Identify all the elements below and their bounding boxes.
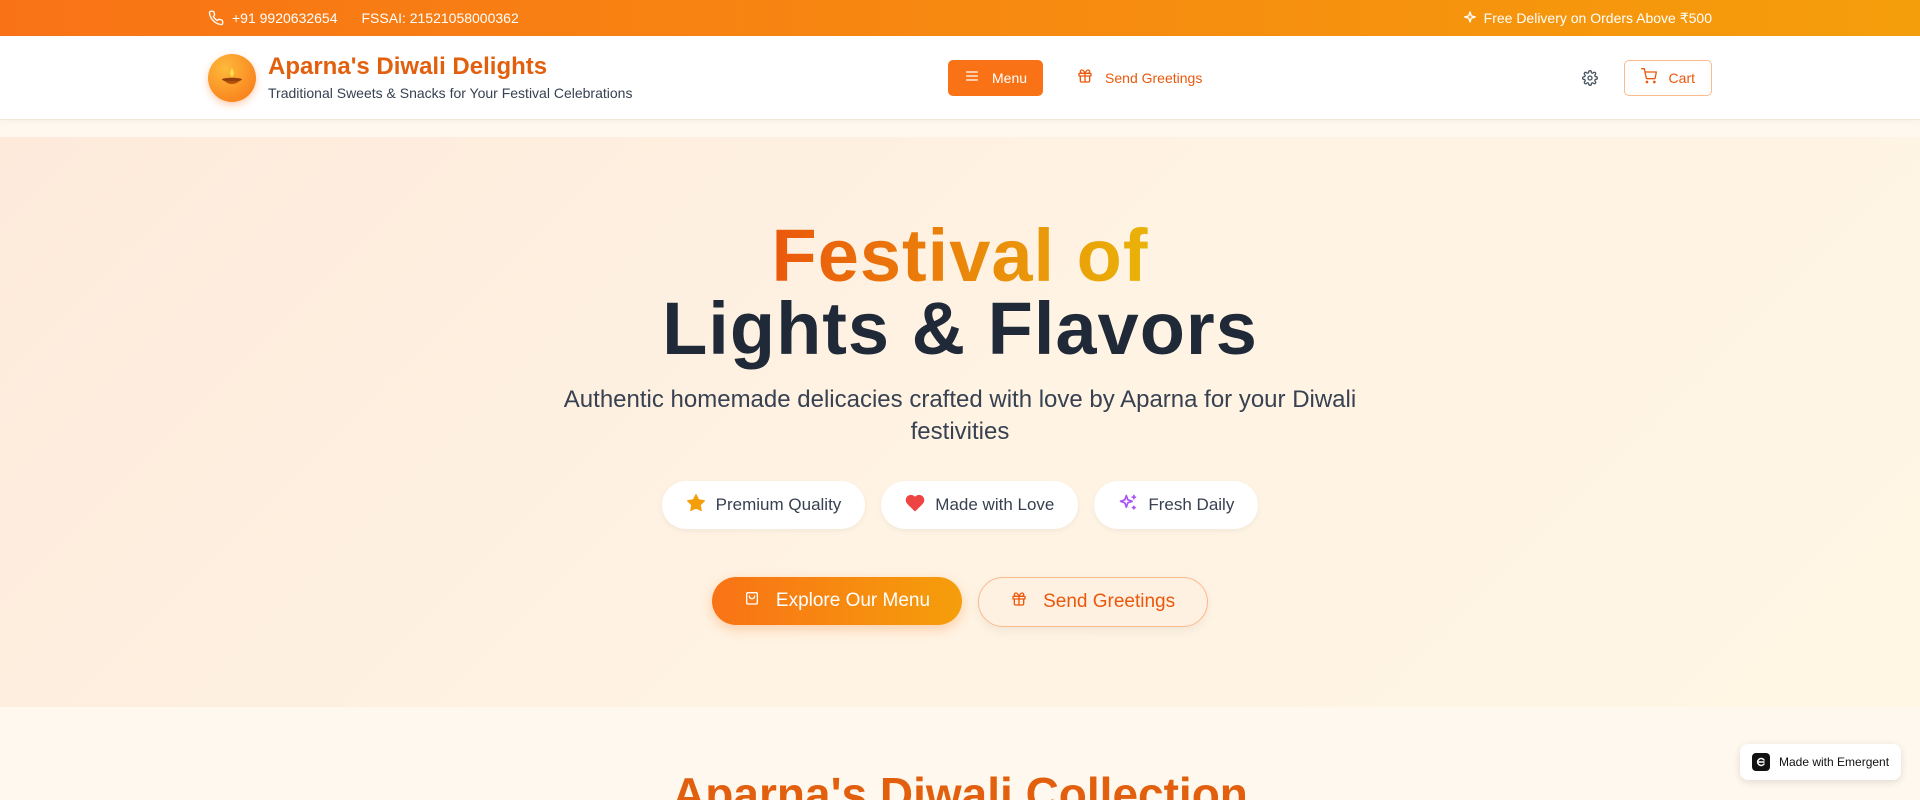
cart-label: Cart	[1668, 69, 1695, 86]
cart-button[interactable]: Cart	[1623, 59, 1712, 96]
collection-section: Aparna's Diwali Collection	[0, 707, 1920, 800]
phone-icon	[208, 10, 224, 26]
brand[interactable]: Aparna's Diwali Delights Traditional Swe…	[208, 53, 948, 102]
site-title: Aparna's Diwali Delights	[268, 53, 548, 81]
sparkle-icon	[1462, 10, 1478, 26]
badge-label: Made with Emergent	[1779, 755, 1890, 769]
explore-menu-label: Explore Our Menu	[775, 590, 931, 611]
phone-contact[interactable]: +91 9920632654	[208, 10, 338, 26]
feature-made-with-love: Made with Love	[881, 481, 1079, 529]
send-greetings-label: Send Greetings	[1105, 69, 1203, 86]
gift-icon	[1011, 591, 1027, 613]
collection-title: Aparna's Diwali Collection	[672, 768, 1248, 800]
hamburger-icon	[964, 68, 980, 87]
star-icon	[686, 493, 706, 518]
feature-premium-quality: Premium Quality	[661, 481, 866, 529]
send-greetings-button[interactable]: Send Greetings	[978, 577, 1209, 627]
heart-icon	[905, 493, 925, 518]
hero-actions: Explore Our Menu Send Greetings	[0, 577, 1920, 627]
made-with-emergent-badge[interactable]: Made with Emergent	[1740, 744, 1902, 780]
sparkles-icon	[1118, 493, 1138, 518]
site-header: Aparna's Diwali Delights Traditional Swe…	[0, 36, 1920, 120]
feature-label: Fresh Daily	[1148, 495, 1235, 514]
shopping-bag-icon	[744, 590, 760, 612]
feature-label: Made with Love	[935, 495, 1055, 514]
gift-icon	[1077, 68, 1093, 87]
send-greetings-nav-button[interactable]: Send Greetings	[1065, 60, 1214, 96]
hero-title-line2: Lights & Flavors	[662, 287, 1258, 370]
delivery-text: Free Delivery on Orders Above ₹500	[1483, 9, 1712, 26]
menu-label: Menu	[992, 69, 1028, 86]
settings-gear-icon[interactable]	[1574, 62, 1606, 94]
top-info-bar: +91 9920632654 FSSAI: 21521058000362 Fre…	[0, 0, 1920, 36]
feature-pills: Premium Quality Made with Love Fresh Dai…	[0, 481, 1920, 529]
main-nav: Menu Send Greetings	[948, 59, 1574, 96]
emergent-logo-icon	[1752, 753, 1770, 771]
menu-button[interactable]: Menu	[948, 59, 1044, 96]
delivery-notice: Free Delivery on Orders Above ₹500	[1462, 10, 1712, 27]
phone-number: +91 9920632654	[232, 10, 338, 26]
hero-subtitle: Authentic homemade delicacies crafted wi…	[563, 386, 1357, 445]
cart-icon	[1640, 68, 1657, 87]
send-greetings-label: Send Greetings	[1043, 591, 1176, 612]
site-tagline: Traditional Sweets & Snacks for Your Fes…	[268, 84, 633, 101]
feature-label: Premium Quality	[715, 495, 842, 514]
feature-fresh-daily: Fresh Daily	[1094, 481, 1259, 529]
diya-lamp-icon	[208, 53, 256, 102]
hero-section: Festival of Lights & Flavors Authentic h…	[0, 137, 1920, 707]
explore-menu-button[interactable]: Explore Our Menu	[711, 577, 963, 625]
fssai-license: FSSAI: 21521058000362	[361, 10, 519, 26]
